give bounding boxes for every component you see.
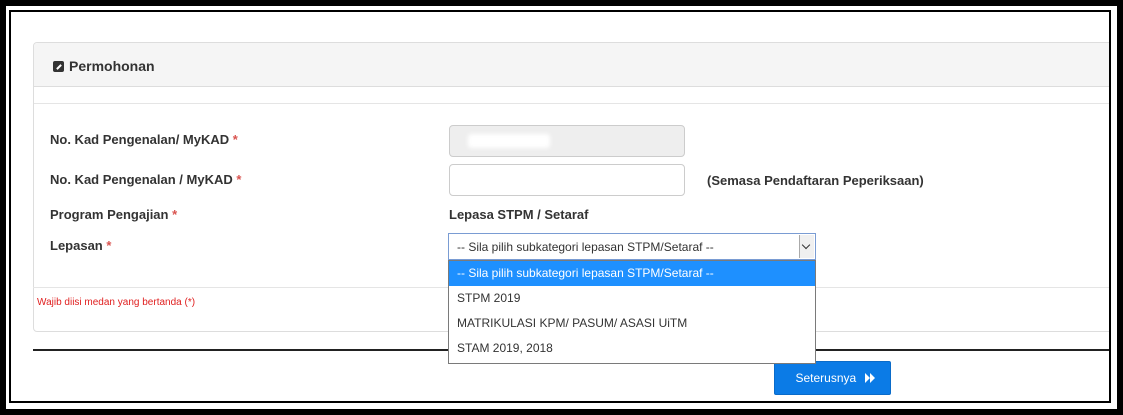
edit-icon bbox=[53, 61, 64, 72]
lepasan-selected-value: -- Sila pilih subkategori lepasan STPM/S… bbox=[457, 240, 714, 254]
redacted-value bbox=[468, 134, 550, 148]
program-label-text: Program Pengajian bbox=[50, 207, 169, 222]
lepasan-label: Lepasan * bbox=[50, 238, 111, 253]
program-label: Program Pengajian * bbox=[50, 207, 177, 222]
page-container: Permohonan No. Kad Pengenalan/ MyKAD * N… bbox=[9, 10, 1111, 403]
panel-divider bbox=[34, 103, 1109, 104]
required-marker: * bbox=[236, 172, 242, 187]
mykad-label: No. Kad Pengenalan/ MyKAD * bbox=[50, 132, 238, 147]
dropdown-option[interactable]: MATRIKULASI KPM/ PASUM/ ASASI UiTM bbox=[449, 311, 815, 336]
mykad-field[interactable] bbox=[449, 125, 685, 157]
panel-title: Permohonan bbox=[69, 58, 155, 74]
panel-heading: Permohonan bbox=[34, 43, 1109, 87]
lepasan-select[interactable]: -- Sila pilih subkategori lepasan STPM/S… bbox=[448, 233, 816, 260]
chevron-down-icon[interactable] bbox=[799, 235, 814, 258]
required-marker: * bbox=[232, 132, 238, 147]
fast-forward-icon bbox=[864, 373, 875, 383]
mykad-exam-hint: (Semasa Pendaftaran Peperiksaan) bbox=[707, 173, 924, 188]
lepasan-dropdown-list: -- Sila pilih subkategori lepasan STPM/S… bbox=[448, 260, 816, 364]
mykad-exam-input[interactable] bbox=[449, 164, 685, 196]
required-marker: * bbox=[172, 207, 178, 222]
mykad-exam-label-text: No. Kad Pengenalan / MyKAD bbox=[50, 172, 233, 187]
required-note: Wajib diisi medan yang bertanda (*) bbox=[37, 297, 196, 308]
next-button[interactable]: Seterusnya bbox=[774, 361, 891, 395]
required-marker: * bbox=[106, 238, 112, 253]
mykad-exam-label: No. Kad Pengenalan / MyKAD * bbox=[50, 172, 241, 187]
program-value: Lepasa STPM / Setaraf bbox=[449, 207, 589, 222]
mykad-label-text: No. Kad Pengenalan/ MyKAD bbox=[50, 132, 230, 147]
next-button-label: Seterusnya bbox=[795, 371, 857, 385]
lepasan-label-text: Lepasan bbox=[50, 238, 103, 253]
dropdown-option[interactable]: -- Sila pilih subkategori lepasan STPM/S… bbox=[449, 261, 815, 286]
dropdown-option[interactable]: STPM 2019 bbox=[449, 286, 815, 311]
dropdown-option[interactable]: STAM 2019, 2018 bbox=[449, 336, 815, 361]
